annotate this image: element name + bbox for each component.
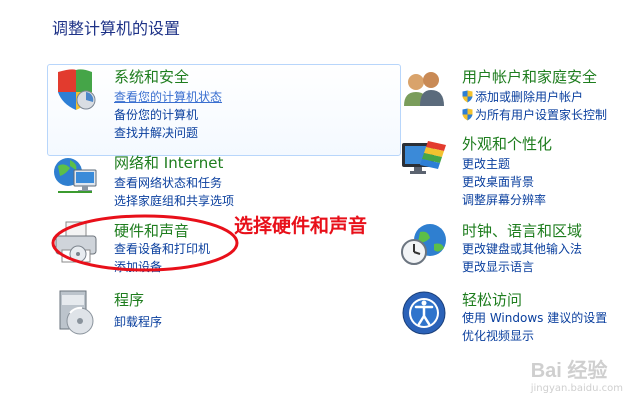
- link-change-theme[interactable]: 更改主题: [462, 155, 510, 172]
- uac-shield-icon: [462, 108, 473, 121]
- watermark-logo: Bai 经验: [530, 360, 608, 382]
- category-heading[interactable]: 轻松访问: [462, 289, 522, 310]
- users-icon: [404, 72, 444, 106]
- category-ease-of-access[interactable]: 轻松访问 使用 Windows 建议的设置 优化视频显示: [400, 289, 640, 349]
- link-add-remove-accounts[interactable]: 添加或删除用户帐户: [462, 88, 583, 105]
- link-label: 添加或删除用户帐户: [475, 90, 584, 104]
- category-clock-language-region[interactable]: 时钟、语言和区域 更改键盘或其他输入法 更改显示语言: [400, 220, 640, 280]
- link-homegroup-sharing[interactable]: 选择家庭组和共享选项: [114, 192, 234, 209]
- category-programs[interactable]: 程序 卸载程序: [52, 289, 252, 337]
- shield-icon: [58, 69, 96, 110]
- link-troubleshoot[interactable]: 查找并解决问题: [114, 124, 198, 141]
- ease-of-access-icon: [402, 291, 446, 335]
- page-title: 调整计算机的设置: [52, 19, 181, 38]
- category-network-internet[interactable]: 网络和 Internet 查看网络状态和任务 选择家庭组和共享选项: [52, 152, 392, 212]
- category-user-accounts[interactable]: 用户帐户和家庭安全 添加或删除用户帐户 为所有用户设置家长控制: [400, 66, 640, 126]
- watermark-url: jingyan.baidu.com: [530, 383, 623, 394]
- link-label: 为所有用户设置家长控制: [475, 108, 608, 122]
- clock-globe-icon: [401, 224, 446, 265]
- link-parental-controls[interactable]: 为所有用户设置家长控制: [462, 106, 607, 123]
- link-backup-computer[interactable]: 备份您的计算机: [114, 106, 198, 123]
- link-screen-resolution[interactable]: 调整屏幕分辨率: [462, 191, 546, 208]
- category-heading[interactable]: 时钟、语言和区域: [462, 220, 582, 241]
- category-appearance[interactable]: 外观和个性化 更改主题 更改桌面背景 调整屏幕分辨率: [400, 133, 640, 209]
- category-heading[interactable]: 外观和个性化: [462, 133, 552, 154]
- category-heading[interactable]: 网络和 Internet: [114, 152, 223, 173]
- annotation-ellipse: [51, 214, 239, 272]
- link-view-computer-status[interactable]: 查看您的计算机状态: [114, 88, 222, 105]
- network-globe-icon: [54, 158, 97, 193]
- link-change-display-language[interactable]: 更改显示语言: [462, 258, 534, 275]
- monitor-palette-icon: [402, 141, 446, 174]
- watermark: Bai 经验 jingyan.baidu.com: [531, 354, 623, 394]
- link-optimize-visual-display[interactable]: 优化视频显示: [462, 327, 534, 344]
- category-heading[interactable]: 用户帐户和家庭安全: [462, 66, 597, 87]
- link-change-keyboard-input[interactable]: 更改键盘或其他输入法: [462, 240, 582, 257]
- link-windows-recommended-settings[interactable]: 使用 Windows 建议的设置: [462, 309, 607, 326]
- category-heading[interactable]: 系统和安全: [114, 66, 189, 87]
- annotation-text: 选择硬件和声音: [234, 215, 368, 237]
- uac-shield-icon: [462, 90, 473, 103]
- link-desktop-background[interactable]: 更改桌面背景: [462, 173, 534, 190]
- category-heading[interactable]: 程序: [114, 289, 144, 310]
- category-system-security[interactable]: 系统和安全 查看您的计算机状态 备份您的计算机 查找并解决问题: [52, 66, 392, 146]
- link-network-status[interactable]: 查看网络状态和任务: [114, 174, 222, 191]
- programs-disc-icon: [59, 290, 94, 335]
- link-uninstall-program[interactable]: 卸载程序: [114, 313, 162, 330]
